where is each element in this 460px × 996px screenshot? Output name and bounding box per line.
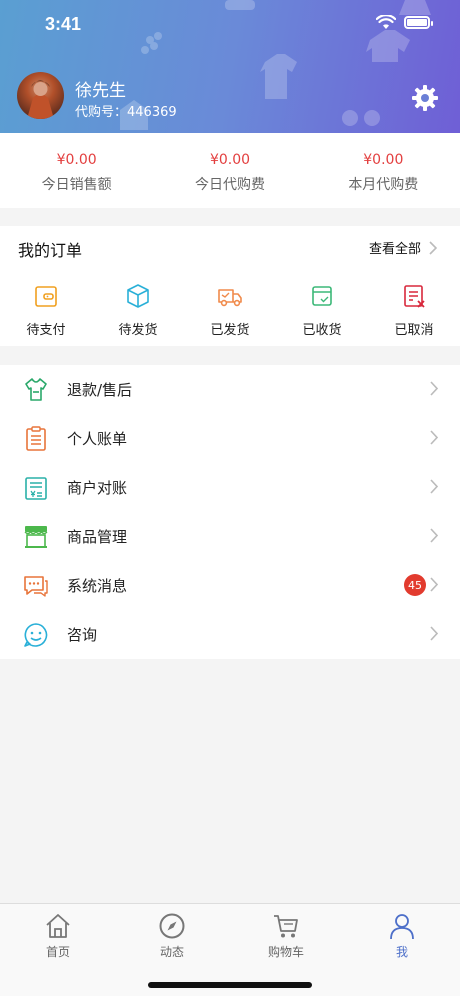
stat-value: ¥0.00 [56,152,97,168]
tab-feed[interactable]: 动态 [142,912,202,960]
function-menu: 退款/售后 个人账单 商户对账 商品管理 系统消息 45 咨询 [0,365,460,659]
home-icon [46,914,70,938]
order-status-label: 已取消 [394,323,434,338]
bill-icon [26,425,46,451]
profile-header: 3:41 徐先生 代购号：446369 [0,0,460,133]
menu-item-consult[interactable]: 咨询 [0,610,460,659]
avatar[interactable] [17,72,64,119]
chevron-right-icon [430,577,438,592]
tab-me[interactable]: 我 [372,912,432,960]
received-box-icon [312,286,332,306]
menu-label: 商品管理 [67,528,128,546]
stat-value: ¥0.00 [363,152,404,168]
menu-label: 商户对账 [67,479,128,497]
view-all-orders-link[interactable]: 查看全部 [369,238,437,257]
menu-label: 个人账单 [67,430,128,448]
menu-item-system-messages[interactable]: 系统消息 45 [0,561,460,610]
wallet-icon [35,286,57,307]
settings-gear-icon[interactable] [411,84,439,112]
order-status-label: 待支付 [26,323,66,338]
stat-label: 本月代购费 [348,177,419,193]
chevron-right-icon [430,479,438,494]
chevron-right-icon [430,430,438,445]
order-status-pending-payment[interactable]: 待支付 [0,282,92,338]
orders-title: 我的订单 [18,241,83,260]
home-indicator [148,982,312,988]
menu-item-merchant-statement[interactable]: 商户对账 [0,463,460,512]
unread-count-badge: 45 [404,574,426,596]
tab-label: 购物车 [267,945,304,959]
chevron-right-icon [430,528,438,543]
tab-label: 动态 [159,945,184,959]
message-icon [24,575,48,597]
tab-cart[interactable]: 购物车 [256,912,316,960]
order-status-cancelled[interactable]: 已取消 [368,282,460,338]
stat-label: 今日代购费 [194,177,265,193]
user-name: 徐先生 [75,81,126,101]
cancel-doc-icon [404,285,425,308]
battery-icon [404,16,433,29]
compass-icon [159,913,185,939]
stat-month-fee: ¥0.00 本月代购费 [307,133,460,208]
order-status-label: 已发货 [210,323,250,338]
menu-label: 咨询 [67,626,98,644]
menu-item-refund[interactable]: 退款/售后 [0,365,460,414]
stat-label: 今日销售额 [41,177,112,193]
sales-stats: ¥0.00 今日销售额 ¥0.00 今日代购费 ¥0.00 本月代购费 [0,133,460,208]
my-orders-section: 我的订单 查看全部 待支付 待发货 已发货 已收货 已取消 [0,226,460,346]
avatar-image [27,80,54,119]
menu-label: 系统消息 [67,577,128,595]
stat-today-sales: ¥0.00 今日销售额 [0,133,153,208]
chevron-right-icon [430,381,438,396]
status-icons [376,15,433,30]
order-status-label: 待发货 [118,323,158,338]
wifi-icon [376,15,396,29]
box-icon [127,284,149,308]
statement-icon [25,476,47,500]
chevron-right-icon [429,240,437,255]
menu-item-product-management[interactable]: 商品管理 [0,512,460,561]
order-status-received[interactable]: 已收货 [276,282,368,338]
store-icon [24,525,48,548]
cart-icon [274,915,298,938]
smile-chat-icon [24,622,48,647]
truck-icon [218,289,242,307]
menu-item-personal-bill[interactable]: 个人账单 [0,414,460,463]
order-status-shipped[interactable]: 已发货 [184,282,276,338]
view-all-label: 查看全部 [368,242,421,257]
stat-value: ¥0.00 [209,152,251,168]
stat-today-fee: ¥0.00 今日代购费 [153,133,306,208]
menu-label: 退款/售后 [67,381,133,399]
status-time: 3:41 [45,14,82,34]
order-status-label: 已收货 [302,323,342,338]
tab-home[interactable]: 首页 [28,912,88,960]
order-status-pending-shipment[interactable]: 待发货 [92,282,184,338]
tab-label: 首页 [45,945,70,959]
chevron-right-icon [430,626,438,641]
refund-shirt-icon [25,377,47,401]
user-icon [390,914,414,940]
user-id: 代购号：446369 [75,105,177,120]
tab-label: 我 [395,945,408,959]
